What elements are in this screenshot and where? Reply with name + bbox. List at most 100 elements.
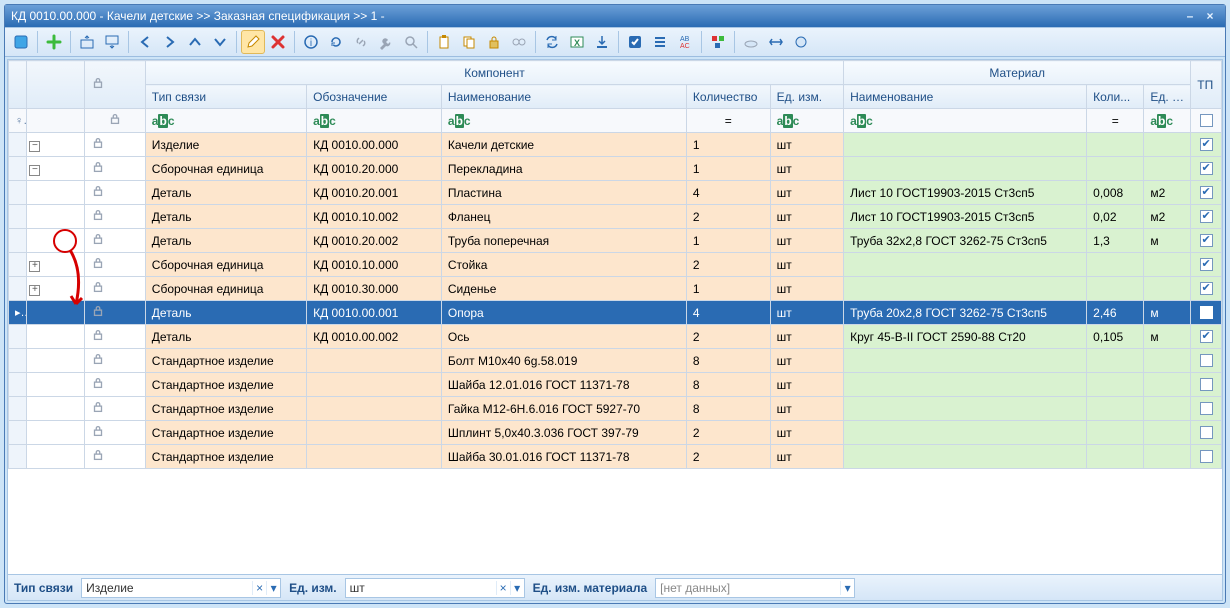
chevron-down-icon[interactable]: ▾ bbox=[510, 581, 524, 595]
edit-icon[interactable] bbox=[241, 30, 265, 54]
tp-checkbox[interactable] bbox=[1200, 186, 1213, 199]
table-row[interactable]: ▸ДетальКД 0010.00.001Опора4штТруба 20х2,… bbox=[9, 301, 1222, 325]
table-row[interactable]: −Сборочная единицаКД 0010.20.000Переклад… bbox=[9, 157, 1222, 181]
table-row[interactable]: Стандартное изделиеГайка М12-6Н.6.016 ГО… bbox=[9, 397, 1222, 421]
refresh-icon[interactable] bbox=[324, 30, 348, 54]
table-row[interactable]: ДетальКД 0010.10.002Фланец2штЛист 10 ГОС… bbox=[9, 205, 1222, 229]
minimize-button[interactable]: – bbox=[1181, 8, 1199, 24]
col-header-designation[interactable]: Обозначение bbox=[307, 85, 442, 109]
spec-grid[interactable]: Компонент Материал ТП Тип связи Обозначе… bbox=[8, 60, 1222, 469]
cloud-icon[interactable] bbox=[739, 30, 763, 54]
add-icon[interactable] bbox=[42, 30, 66, 54]
tp-checkbox[interactable] bbox=[1200, 162, 1213, 175]
table-row[interactable]: −ИзделиеКД 0010.00.000Качели детские1шт bbox=[9, 133, 1222, 157]
wrench-icon[interactable] bbox=[374, 30, 398, 54]
tp-checkbox[interactable] bbox=[1200, 282, 1213, 295]
col-header-uom[interactable]: Ед. изм. bbox=[770, 85, 844, 109]
filter-abc-icon[interactable]: abc bbox=[448, 114, 471, 128]
arrow-down-icon[interactable] bbox=[208, 30, 232, 54]
info-icon[interactable]: i bbox=[299, 30, 323, 54]
clear-icon[interactable]: × bbox=[252, 581, 266, 595]
col-header-mat-name[interactable]: Наименование bbox=[844, 85, 1087, 109]
table-row[interactable]: Стандартное изделиеШайба 30.01.016 ГОСТ … bbox=[9, 445, 1222, 469]
search-icon[interactable] bbox=[399, 30, 423, 54]
table-row[interactable]: ДетальКД 0010.20.002Труба поперечная1штТ… bbox=[9, 229, 1222, 253]
tp-checkbox[interactable] bbox=[1200, 354, 1213, 367]
col-header-qty[interactable]: Количество bbox=[686, 85, 770, 109]
group-icon[interactable] bbox=[706, 30, 730, 54]
chevron-down-icon[interactable]: ▾ bbox=[266, 581, 280, 595]
title-bar: КД 0010.00.000 - Качели детские >> Заказ… bbox=[5, 5, 1225, 27]
content-area: Компонент Материал ТП Тип связи Обозначе… bbox=[7, 59, 1223, 601]
col-header-link-type[interactable]: Тип связи bbox=[145, 85, 306, 109]
close-button[interactable]: × bbox=[1201, 8, 1219, 24]
lock-icon bbox=[91, 283, 105, 297]
tp-checkbox[interactable] bbox=[1200, 258, 1213, 271]
table-row[interactable]: +Сборочная единицаКД 0010.30.000Сиденье1… bbox=[9, 277, 1222, 301]
svg-text:AC: AC bbox=[680, 43, 690, 50]
check-icon[interactable] bbox=[623, 30, 647, 54]
filter-abc-icon[interactable]: abc bbox=[850, 114, 873, 128]
filter-eq-icon[interactable]: = bbox=[686, 109, 770, 133]
delete-icon[interactable] bbox=[266, 30, 290, 54]
arrow-right-icon[interactable] bbox=[158, 30, 182, 54]
table-row[interactable]: Стандартное изделиеШплинт 5,0х40.3.036 Г… bbox=[9, 421, 1222, 445]
toolbar-home-icon[interactable] bbox=[9, 30, 33, 54]
list-icon[interactable] bbox=[648, 30, 672, 54]
table-row[interactable]: +Сборочная единицаКД 0010.10.000Стойка2ш… bbox=[9, 253, 1222, 277]
lock-column-icon bbox=[91, 79, 105, 93]
clipboard-icon[interactable] bbox=[432, 30, 456, 54]
excel-icon[interactable]: X bbox=[565, 30, 589, 54]
tp-checkbox[interactable] bbox=[1200, 402, 1213, 415]
clear-icon[interactable]: × bbox=[496, 581, 510, 595]
bottom-mat-uom-combo[interactable]: [нет данных] ▾ bbox=[655, 578, 855, 598]
tp-checkbox[interactable] bbox=[1200, 378, 1213, 391]
filter-eq-icon[interactable]: = bbox=[1087, 109, 1144, 133]
link-icon[interactable] bbox=[349, 30, 373, 54]
hstretch-icon[interactable] bbox=[764, 30, 788, 54]
arrow-up-icon[interactable] bbox=[183, 30, 207, 54]
tp-checkbox[interactable] bbox=[1200, 450, 1213, 463]
tp-checkbox[interactable] bbox=[1200, 234, 1213, 247]
tp-checkbox[interactable] bbox=[1200, 426, 1213, 439]
col-header-tp[interactable]: ТП bbox=[1191, 61, 1222, 109]
filter-row[interactable]: ♀ abc abc abc = abc abc = abc bbox=[9, 109, 1222, 133]
copy-icon[interactable] bbox=[457, 30, 481, 54]
sync-icon[interactable] bbox=[540, 30, 564, 54]
lock-icon bbox=[91, 211, 105, 225]
tp-checkbox[interactable] bbox=[1200, 330, 1213, 343]
bottom-uom-combo[interactable]: шт × ▾ bbox=[345, 578, 525, 598]
tp-checkbox[interactable] bbox=[1200, 210, 1213, 223]
col-header-mat-qty[interactable]: Коли... bbox=[1087, 85, 1144, 109]
tree-toggle-icon[interactable]: − bbox=[29, 141, 40, 152]
filter-abc-icon[interactable]: abc bbox=[152, 114, 175, 128]
svg-text:AB: AB bbox=[680, 36, 690, 43]
tp-checkbox[interactable] bbox=[1200, 138, 1213, 151]
filter-abc-icon[interactable]: abc bbox=[313, 114, 336, 128]
table-row[interactable]: Стандартное изделиеШайба 12.01.016 ГОСТ … bbox=[9, 373, 1222, 397]
arrow-left-icon[interactable] bbox=[133, 30, 157, 54]
lock-icon bbox=[91, 139, 105, 153]
col-header-mat-uom[interactable]: Ед. и... bbox=[1144, 85, 1191, 109]
extra-icon[interactable] bbox=[789, 30, 813, 54]
chain-icon[interactable] bbox=[507, 30, 531, 54]
tree-toggle-icon[interactable]: + bbox=[29, 285, 40, 296]
tree-toggle-icon[interactable]: − bbox=[29, 165, 40, 176]
filter-abc-icon[interactable]: abc bbox=[1150, 114, 1173, 128]
bottom-link-type-combo[interactable]: Изделие × ▾ bbox=[81, 578, 281, 598]
insert-above-icon[interactable] bbox=[75, 30, 99, 54]
table-row[interactable]: Стандартное изделиеБолт М10х40 6g.58.019… bbox=[9, 349, 1222, 373]
lock-icon bbox=[91, 163, 105, 177]
lock-icon-toolbar[interactable] bbox=[482, 30, 506, 54]
insert-below-icon[interactable] bbox=[100, 30, 124, 54]
table-row[interactable]: ДетальКД 0010.20.001Пластина4штЛист 10 Г… bbox=[9, 181, 1222, 205]
col-header-name[interactable]: Наименование bbox=[441, 85, 686, 109]
tp-checkbox[interactable] bbox=[1200, 306, 1213, 319]
import-down-icon[interactable] bbox=[590, 30, 614, 54]
tree-toggle-icon[interactable]: + bbox=[29, 261, 40, 272]
filter-abc-icon[interactable]: abc bbox=[777, 114, 800, 128]
sort-icon[interactable]: ABAC bbox=[673, 30, 697, 54]
filter-checkbox[interactable] bbox=[1200, 114, 1213, 127]
chevron-down-icon[interactable]: ▾ bbox=[840, 581, 854, 595]
table-row[interactable]: ДетальКД 0010.00.002Ось2штКруг 45-В-II Г… bbox=[9, 325, 1222, 349]
